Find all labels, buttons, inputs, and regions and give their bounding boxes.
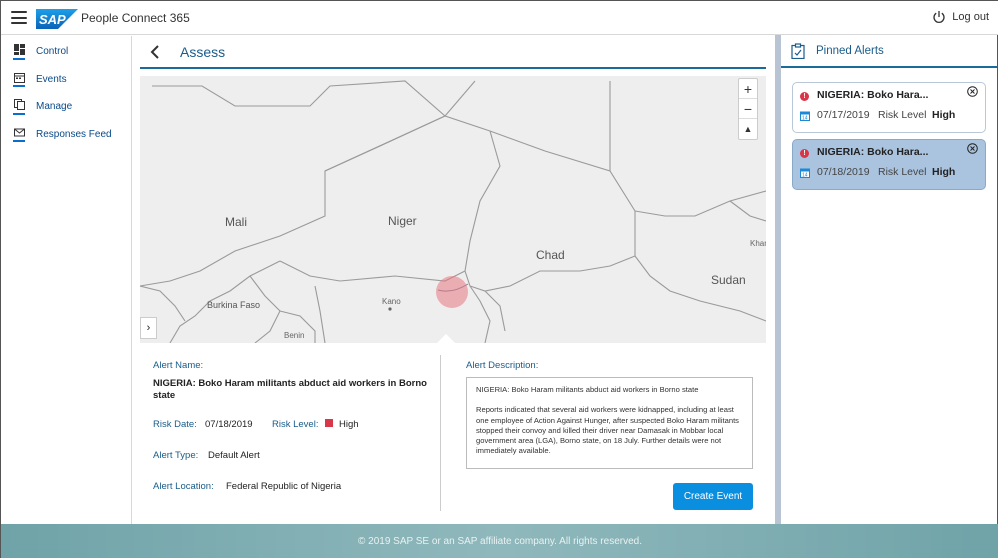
main-content: Assess Mali Niger Chad Sudan Burkina Fas… — [140, 36, 766, 524]
risk-date-label: Risk Date: — [153, 419, 197, 430]
sidebar-item-events[interactable]: Events — [1, 66, 131, 94]
map-zoom-controls: + − ▲ — [738, 78, 758, 140]
map-label-burkina-faso: Burkina Faso — [207, 300, 261, 310]
dashboard-icon — [13, 44, 25, 60]
pinned-alerts-header: Pinned Alerts — [781, 36, 997, 68]
clipboard-icon — [791, 43, 805, 59]
app-title: People Connect 365 — [81, 11, 190, 25]
map-label-niger: Niger — [388, 214, 417, 228]
sidebar-item-manage[interactable]: Manage — [1, 93, 131, 121]
risk-level-label: Risk Level: — [272, 419, 319, 430]
alert-location-label: Alert Location: — [153, 481, 214, 492]
power-icon — [933, 11, 945, 23]
map-label-sudan: Sudan — [711, 273, 746, 287]
sidebar-item-label: Control — [36, 46, 69, 58]
calendar-icon — [13, 71, 25, 88]
svg-text:SAP: SAP — [39, 12, 66, 27]
pinned-alert-title: NIGERIA: Boko Hara... — [817, 89, 929, 101]
sidebar-item-label: Events — [36, 73, 67, 85]
map-view[interactable]: Mali Niger Chad Sudan Burkina Faso Kano … — [140, 76, 766, 343]
pinned-alert-title: NIGERIA: Boko Hara... — [817, 146, 929, 158]
alert-location-value: Federal Republic of Nigeria — [226, 481, 342, 492]
footer: © 2019 SAP SE or an SAP affiliate compan… — [1, 524, 998, 558]
warning-icon: ! — [800, 149, 809, 158]
risk-level-swatch — [325, 419, 333, 427]
pinned-alert-card-selected[interactable]: ! NIGERIA: Boko Hara... 14 07/18/2019 Ri… — [792, 139, 986, 190]
menu-icon[interactable] — [11, 11, 27, 24]
alert-details: Alert Name: NIGERIA: Boko Haram militant… — [140, 353, 766, 524]
pinned-alert-risk-label: Risk Level — [878, 166, 927, 178]
map-label-kano: Kano — [382, 297, 401, 306]
close-icon[interactable] — [967, 86, 978, 97]
alert-name-value: NIGERIA: Boko Haram militants abduct aid… — [153, 378, 427, 401]
details-divider — [440, 355, 441, 511]
pinned-alert-date: 07/18/2019 — [817, 166, 870, 178]
pinned-alerts-panel: Pinned Alerts ! NIGERIA: Boko Hara... 14… — [781, 36, 997, 524]
description-title: NIGERIA: Boko Haram militants abduct aid… — [476, 385, 699, 394]
sidebar-item-label: Responses Feed — [36, 128, 112, 140]
pinned-alert-date: 07/17/2019 — [817, 109, 870, 121]
documents-icon — [13, 99, 25, 115]
risk-level-value: High — [339, 419, 359, 430]
warning-icon: ! — [800, 92, 809, 101]
pinned-alert-card[interactable]: ! NIGERIA: Boko Hara... 14 07/17/2019 Ri… — [792, 82, 986, 133]
svg-text:14: 14 — [802, 116, 808, 122]
app-header: SAP People Connect 365 Log out — [1, 1, 998, 35]
back-arrow-icon[interactable] — [149, 44, 161, 60]
map-expand-button[interactable]: › — [140, 317, 157, 339]
map-label-chad: Chad — [536, 248, 565, 262]
sidebar-item-responses-feed[interactable]: Responses Feed — [1, 121, 131, 149]
alert-description-box: NIGERIA: Boko Haram militants abduct aid… — [466, 377, 753, 469]
description-body: Reports indicated that several aid worke… — [476, 405, 739, 456]
marker-pointer — [437, 334, 455, 343]
logout-label: Log out — [952, 11, 989, 23]
calendar-icon: 14 — [800, 111, 810, 121]
sidebar-item-control[interactable]: Control — [1, 38, 131, 66]
sidebar-item-label: Manage — [36, 101, 73, 113]
page-title: Assess — [180, 44, 226, 60]
sap-logo: SAP — [36, 9, 78, 29]
calendar-icon: 14 — [800, 168, 810, 178]
copyright-text: © 2019 SAP SE or an SAP affiliate compan… — [357, 536, 642, 547]
pinned-alerts-title: Pinned Alerts — [816, 45, 884, 57]
pinned-alert-risk-value: High — [932, 109, 956, 121]
reset-north-button[interactable]: ▲ — [739, 119, 757, 139]
map-label-khartoum: Khar — [750, 239, 766, 248]
map-label-benin: Benin — [284, 331, 305, 340]
map-label-mali: Mali — [225, 215, 248, 229]
alert-name-label: Alert Name: — [153, 360, 204, 371]
page-header: Assess — [140, 36, 766, 69]
logout-button[interactable]: Log out — [932, 10, 989, 24]
zoom-in-button[interactable]: + — [739, 79, 757, 99]
sidebar: Control Events Manage Responses Feed — [1, 36, 132, 524]
risk-date-value: 07/18/2019 — [205, 419, 253, 430]
zoom-out-button[interactable]: − — [739, 99, 757, 119]
alert-type-label: Alert Type: — [153, 450, 199, 461]
create-event-button[interactable]: Create Event — [673, 483, 753, 510]
pinned-alert-risk-label: Risk Level — [878, 109, 927, 121]
alert-location-marker[interactable] — [436, 276, 468, 308]
envelope-icon — [13, 126, 25, 143]
svg-text:14: 14 — [802, 173, 808, 179]
close-icon[interactable] — [967, 143, 978, 154]
pinned-alert-risk-value: High — [932, 166, 956, 178]
alert-description-label: Alert Description: — [466, 360, 539, 371]
alert-type-value: Default Alert — [208, 450, 260, 461]
